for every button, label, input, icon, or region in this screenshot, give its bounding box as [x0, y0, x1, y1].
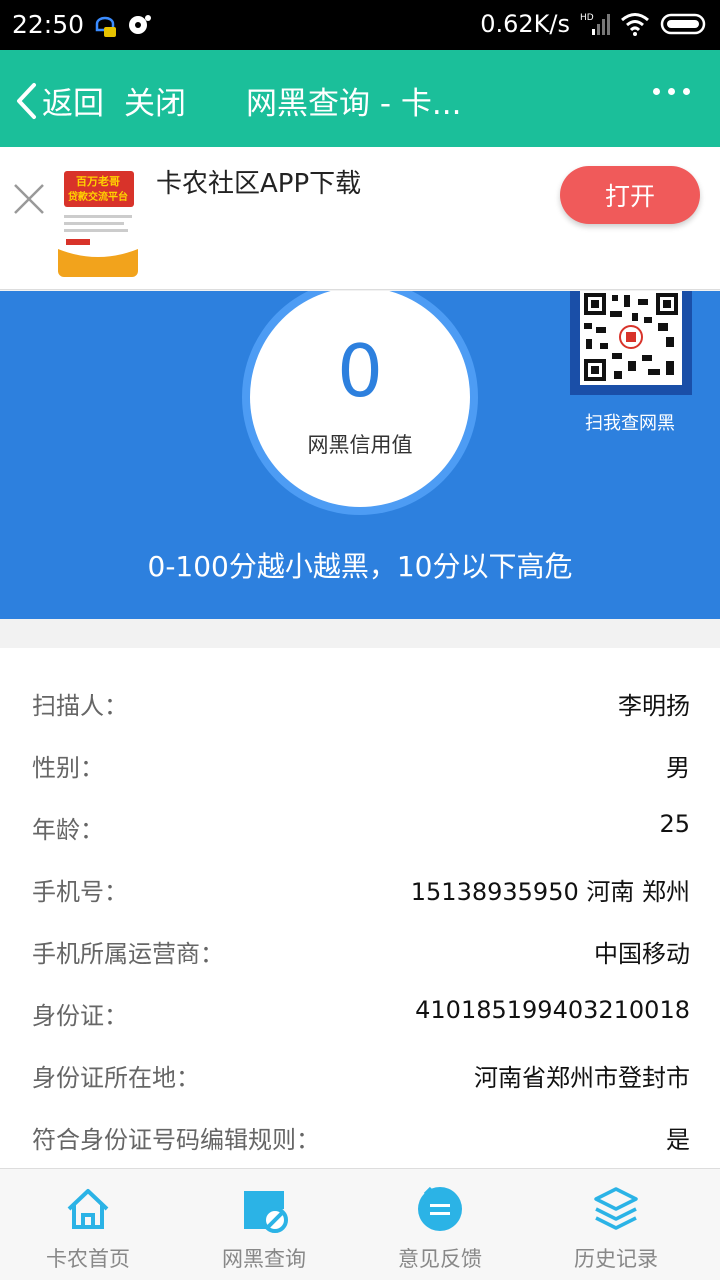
qr-code[interactable]	[570, 291, 692, 395]
wifi-icon	[621, 13, 649, 36]
credit-score-panel: 0 网黑信用值 扫我查网黑 0-100分越小越黑，10分以下高危	[0, 291, 720, 619]
tab-label: 卡农首页	[46, 1247, 130, 1271]
tab-label: 网黑查询	[222, 1247, 306, 1271]
info-row-phone: 手机号： 15138935950 河南 郑州	[0, 854, 720, 916]
navigation-bar: 返回 关闭 网黑查询 - 卡...	[0, 50, 720, 147]
music-notification-icon	[129, 15, 151, 34]
info-row-carrier: 手机所属运营商： 中国移动	[0, 916, 720, 978]
signal-tag: HD	[580, 13, 594, 23]
info-key: 性别：	[32, 754, 104, 782]
more-dot-icon	[668, 88, 675, 95]
tab-home[interactable]: 卡农首页	[0, 1169, 176, 1280]
info-key: 年龄：	[32, 816, 104, 844]
qr-caption: 扫我查网黑	[585, 413, 675, 434]
tab-label: 历史记录	[574, 1247, 658, 1271]
info-value: 中国移动	[594, 940, 690, 968]
network-speed: 0.62K/s	[480, 10, 570, 38]
banner-title: 卡农社区APP下载	[156, 169, 362, 199]
page-title: 网黑查询 - 卡...	[246, 86, 462, 122]
info-key: 身份证：	[32, 1002, 128, 1030]
back-button[interactable]: 返回	[14, 78, 104, 123]
info-value: 河南省郑州市登封市	[474, 1064, 690, 1092]
close-button[interactable]: 关闭	[124, 78, 186, 123]
info-key: 身份证所在地：	[32, 1064, 200, 1092]
tab-blacklist-query[interactable]: 网黑查询	[176, 1169, 352, 1280]
status-bar: 22:50 0.62K/s HD	[0, 0, 720, 50]
info-value: 是	[666, 1126, 690, 1154]
thumb-line-1: 百万老哥	[76, 174, 120, 188]
more-menu-button[interactable]	[653, 88, 690, 95]
app-promo-image: 百万老哥 贷款交流平台	[58, 165, 138, 277]
close-icon[interactable]	[12, 182, 46, 216]
tab-feedback[interactable]: 意见反馈	[352, 1169, 528, 1280]
info-row-gender: 性别： 男	[0, 730, 720, 792]
qr-code-icon	[580, 291, 682, 385]
open-app-button[interactable]: 打开	[560, 166, 700, 224]
info-key: 扫描人：	[32, 692, 128, 720]
thumb-line-2: 贷款交流平台	[67, 190, 128, 203]
feedback-icon	[418, 1186, 462, 1231]
chevron-left-icon	[17, 82, 36, 119]
status-right: 0.62K/s HD	[480, 10, 708, 38]
user-info-list: 扫描人： 李明扬 性别： 男 年龄： 25 手机号： 15138935950 河…	[0, 648, 720, 1168]
info-key: 手机号：	[32, 878, 128, 906]
info-key: 符合身份证号码编辑规则：	[32, 1126, 320, 1154]
chat-notification-icon	[95, 16, 116, 37]
info-row-age: 年龄： 25	[0, 792, 720, 854]
more-dot-icon	[683, 88, 690, 95]
score-scale-note: 0-100分越小越黑，10分以下高危	[147, 550, 573, 583]
info-key: 手机所属运营商：	[32, 940, 224, 968]
signal-icon: HD	[580, 13, 610, 35]
info-value: 男	[666, 754, 690, 782]
app-thumbnail: 百万老哥 贷款交流平台	[58, 165, 138, 277]
tab-history[interactable]: 历史记录	[528, 1169, 704, 1280]
more-dot-icon	[653, 88, 660, 95]
info-row-id-card: 身份证： 410185199403210018	[0, 978, 720, 1040]
home-icon	[67, 1189, 109, 1229]
tab-label: 意见反馈	[398, 1247, 482, 1271]
credit-score-label: 网黑信用值	[307, 433, 413, 457]
bottom-tab-bar: 卡农首页 网黑查询 意见反馈 历史记录	[0, 1168, 720, 1280]
history-icon	[594, 1187, 638, 1230]
info-value: 李明扬	[618, 692, 690, 720]
info-row-id-location: 身份证所在地： 河南省郑州市登封市	[0, 1040, 720, 1102]
info-row-id-valid: 符合身份证号码编辑规则： 是	[0, 1102, 720, 1164]
info-row-scanner: 扫描人： 李明扬	[0, 668, 720, 730]
notification-icons	[92, 12, 152, 38]
info-value: 15138935950 河南 郑州	[410, 878, 690, 906]
info-value: 410185199403210018	[415, 996, 690, 1024]
battery-icon	[660, 13, 706, 35]
info-value: 25	[659, 810, 690, 838]
blacklist-query-icon	[244, 1191, 288, 1233]
back-label: 返回	[42, 86, 104, 122]
status-time: 22:50	[12, 10, 85, 39]
credit-score-value: 0	[337, 329, 383, 413]
